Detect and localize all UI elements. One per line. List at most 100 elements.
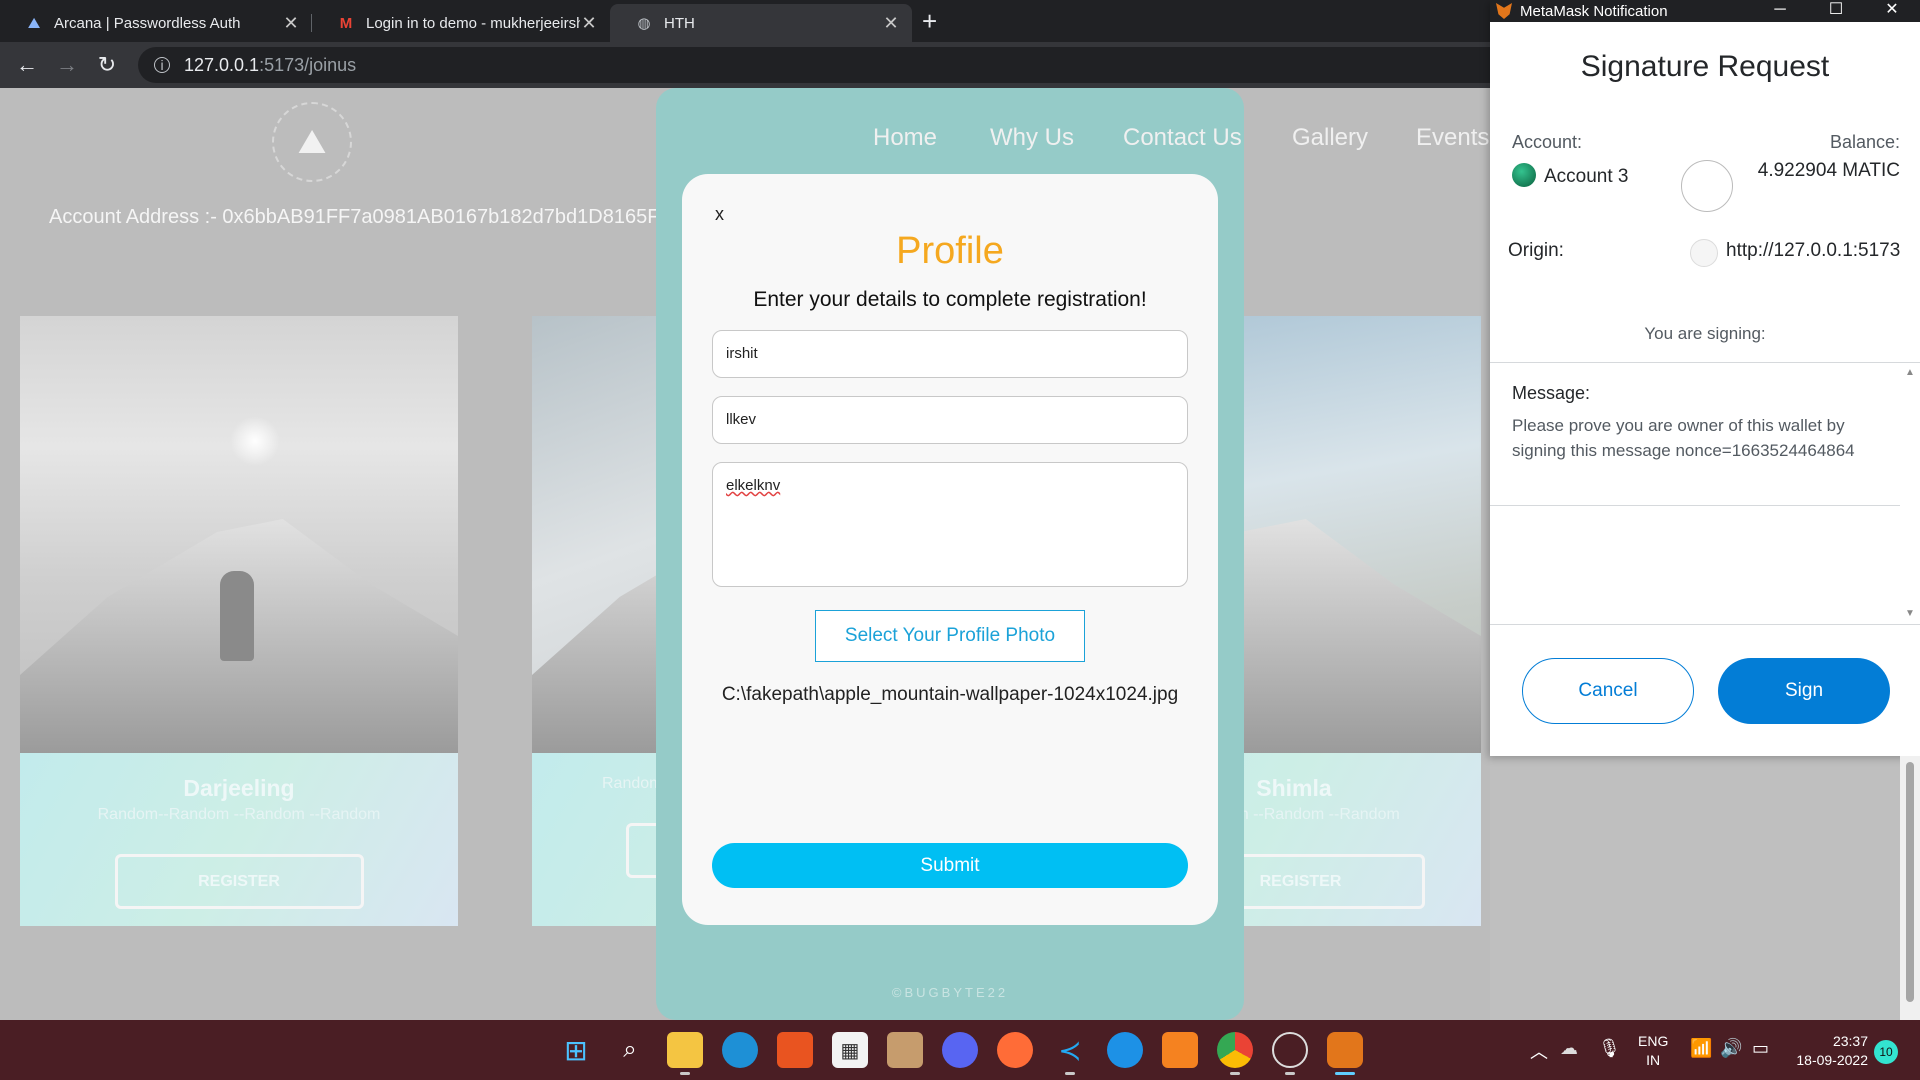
site-info-icon[interactable]: i xyxy=(154,57,170,73)
divider xyxy=(1490,624,1920,625)
sign-button[interactable]: Sign xyxy=(1718,658,1890,724)
microsoft-store-icon[interactable]: ▦ xyxy=(832,1032,868,1068)
nav-contact-us[interactable]: Contact Us xyxy=(1123,124,1242,152)
nav-gallery[interactable]: Gallery xyxy=(1292,124,1368,152)
metamask-window: MetaMask Notification ─ ☐ ✕ Signature Re… xyxy=(1490,0,1920,756)
notification-badge[interactable]: 10 xyxy=(1874,1040,1898,1064)
windows-start-icon[interactable]: ⊞ xyxy=(558,1032,594,1068)
divider xyxy=(1490,505,1900,506)
onedrive-icon[interactable]: ☁ xyxy=(1560,1038,1578,1059)
package-box-icon[interactable] xyxy=(887,1032,923,1068)
select-profile-photo-button[interactable]: Select Your Profile Photo xyxy=(815,610,1085,662)
discord-icon[interactable] xyxy=(942,1032,978,1068)
nav-home[interactable]: Home xyxy=(873,124,937,152)
you-are-signing-label: You are signing: xyxy=(1644,324,1766,343)
globe-icon: ◍ xyxy=(637,15,651,32)
chrome-icon[interactable] xyxy=(1217,1032,1253,1068)
account-label: Account: xyxy=(1512,132,1583,152)
docker-icon[interactable] xyxy=(1107,1032,1143,1068)
metamask-taskbar-icon[interactable] xyxy=(1327,1032,1363,1068)
clock[interactable]: 23:37 18-09-2022 xyxy=(1784,1032,1868,1070)
tab-title: Login in to demo - mukherjeeirsh xyxy=(366,14,580,32)
edge-browser-icon[interactable] xyxy=(722,1032,758,1068)
card-info: Darjeeling Random--Random --Random --Ran… xyxy=(20,753,458,926)
scroll-down-icon[interactable]: ▼ xyxy=(1905,608,1915,619)
origin-label: Origin: xyxy=(1508,240,1564,261)
message-label: Message: xyxy=(1512,383,1591,403)
close-tab-icon[interactable]: ✕ xyxy=(282,13,300,34)
ubuntu-icon[interactable] xyxy=(777,1032,813,1068)
signature-request-heading: Signature Request xyxy=(1580,50,1830,83)
region-code: IN xyxy=(1646,1052,1661,1068)
running-indicator xyxy=(680,1072,690,1075)
nav-events[interactable]: Events xyxy=(1416,124,1489,152)
metamask-fox-icon xyxy=(1496,3,1512,19)
new-tab-button[interactable]: + xyxy=(922,6,937,37)
hiker-figure xyxy=(220,571,254,661)
account-address: Account Address :- 0x6bbAB91FF7a0981AB01… xyxy=(49,206,679,228)
card-subtitle: Random--Random --Random --Random xyxy=(97,806,381,823)
running-indicator xyxy=(1065,1072,1075,1075)
address-bar[interactable]: i 127.0.0.1:5173/joinus xyxy=(138,47,1490,83)
clock-date: 18-09-2022 xyxy=(1796,1052,1868,1068)
balance-value: 4.922904 MATIC xyxy=(1757,160,1900,181)
first-name-input[interactable]: irshit xyxy=(712,330,1188,378)
close-tab-icon[interactable]: ✕ xyxy=(580,13,598,34)
message-box[interactable]: Message: Please prove you are owner of t… xyxy=(1490,363,1900,623)
running-indicator xyxy=(1230,1072,1240,1075)
balance-label: Balance: xyxy=(1829,132,1900,152)
close-modal-button[interactable]: x xyxy=(715,204,724,225)
submit-button[interactable]: Submit xyxy=(712,843,1188,888)
show-hidden-icons-chevron-icon[interactable]: ︿ xyxy=(1530,1038,1548,1064)
last-name-input[interactable]: llkev xyxy=(712,396,1188,444)
wifi-icon[interactable]: 📶 xyxy=(1690,1038,1712,1059)
account-name: Account 3 xyxy=(1544,166,1629,187)
volume-icon[interactable]: 🔊 xyxy=(1720,1038,1742,1059)
tab-title: Arcana | Passwordless Auth xyxy=(54,14,241,32)
url-host: 127.0.0.1 xyxy=(184,54,260,75)
tab-hth[interactable]: ◍ HTH ✕ xyxy=(610,4,912,42)
windows-taskbar: ⊞ ⌕ ▦ ≺ ︿ ☁ 🎙 ENG IN 📶 🔊 ▭ 23:37 18-09-2… xyxy=(0,1020,1920,1080)
obs-icon[interactable] xyxy=(1272,1032,1308,1068)
microphone-icon[interactable]: 🎙 xyxy=(1598,1038,1621,1059)
tab-arcana[interactable]: ⛰ Arcana | Passwordless Auth ✕ xyxy=(0,4,312,42)
maximize-icon[interactable]: ☐ xyxy=(1808,0,1864,22)
tab-gmail[interactable]: M Login in to demo - mukherjeeirsh ✕ xyxy=(312,4,610,42)
metamask-title-bar: MetaMask Notification ─ ☐ ✕ xyxy=(1490,0,1920,22)
bio-textarea[interactable]: elkelknv xyxy=(712,462,1188,587)
sun-glow xyxy=(230,416,280,466)
origin-site-icon xyxy=(1690,239,1718,267)
site-logo-icon[interactable]: ⛰ xyxy=(272,102,352,182)
card-photo xyxy=(20,316,458,753)
account-identicon xyxy=(1512,163,1536,187)
clock-time: 23:37 xyxy=(1832,1033,1868,1049)
close-tab-icon[interactable]: ✕ xyxy=(882,13,900,34)
nav-why-us[interactable]: Why Us xyxy=(990,124,1074,152)
close-window-icon[interactable]: ✕ xyxy=(1864,0,1920,22)
register-button[interactable]: REGISTER xyxy=(114,854,364,909)
window-title: MetaMask Notification xyxy=(1520,2,1668,20)
input-language[interactable]: ENG IN xyxy=(1638,1032,1668,1070)
vscode-icon[interactable]: ≺ xyxy=(1052,1032,1088,1068)
running-indicator xyxy=(1285,1072,1295,1075)
url-path: :5173/joinus xyxy=(259,54,357,75)
postman-icon[interactable] xyxy=(997,1032,1033,1068)
page-scrollbar[interactable] xyxy=(1900,756,1920,1020)
destination-card-darjeeling: Darjeeling Random--Random --Random --Ran… xyxy=(20,316,458,926)
message-scrollbar[interactable]: ▲ ▼ xyxy=(1900,363,1920,623)
language-code: ENG xyxy=(1638,1033,1669,1049)
back-arrow-icon[interactable]: ← xyxy=(14,52,40,78)
file-explorer-icon[interactable] xyxy=(667,1032,703,1068)
scrollbar-thumb[interactable] xyxy=(1906,762,1914,1002)
active-indicator xyxy=(1335,1072,1355,1075)
sublime-merge-icon[interactable] xyxy=(1162,1032,1198,1068)
search-icon[interactable]: ⌕ xyxy=(612,1032,648,1068)
forward-arrow-icon[interactable]: → xyxy=(54,52,80,78)
browser-toolbar: ← → ↻ i 127.0.0.1:5173/joinus xyxy=(0,42,1490,88)
minimize-icon[interactable]: ─ xyxy=(1752,0,1808,22)
scroll-up-icon[interactable]: ▲ xyxy=(1905,367,1915,378)
battery-icon[interactable]: ▭ xyxy=(1752,1038,1769,1059)
selected-file-path: C:\fakepath\apple_mountain-wallpaper-102… xyxy=(721,684,1179,705)
cancel-button[interactable]: Cancel xyxy=(1522,658,1694,724)
reload-icon[interactable]: ↻ xyxy=(94,52,120,78)
